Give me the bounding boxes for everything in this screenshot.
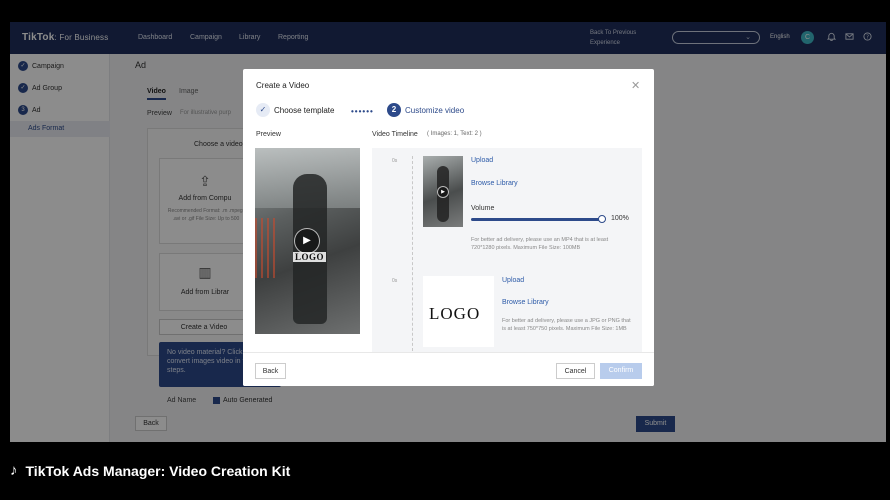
confirm-button[interactable]: Confirm — [600, 363, 642, 379]
video-caption: ♪ TikTok Ads Manager: Video Creation Kit — [10, 462, 290, 479]
create-video-modal: Create a Video ✕ ✓ Choose template •••••… — [243, 69, 654, 386]
volume-value: 100% — [611, 215, 629, 222]
step-customize-video: 2 Customize video — [387, 103, 464, 117]
volume-slider[interactable] — [471, 215, 606, 223]
video-thumbnail[interactable]: ▶ — [423, 156, 463, 227]
tiktok-logo-icon: ♪ — [10, 462, 18, 479]
timeline-line — [412, 156, 413, 353]
volume-label: Volume — [471, 205, 495, 212]
video-timeline: 0s ▶ Upload Browse Library Volume 100% F… — [372, 148, 642, 353]
modal-footer: Back Cancel Confirm — [243, 352, 654, 386]
video-preview[interactable]: ▶ LOGO — [255, 148, 360, 334]
image-browse-library-link[interactable]: Browse Library — [502, 299, 549, 306]
preview-fence — [255, 218, 279, 278]
caption-text: TikTok Ads Manager: Video Creation Kit — [25, 462, 291, 479]
step-choose-template[interactable]: ✓ Choose template — [256, 103, 334, 117]
step-number: 2 — [387, 103, 401, 117]
cancel-button[interactable]: Cancel — [556, 363, 595, 379]
image-upload-link[interactable]: Upload — [502, 277, 524, 284]
preview-label: Preview — [256, 131, 281, 138]
slider-handle[interactable] — [598, 215, 606, 223]
step2-label: Customize video — [405, 105, 465, 115]
app-frame: TikTok: For Business Dashboard Campaign … — [10, 22, 886, 442]
modal-title: Create a Video — [256, 81, 310, 90]
play-icon[interactable]: ▶ — [294, 228, 320, 254]
video-browse-library-link[interactable]: Browse Library — [471, 180, 518, 187]
preview-logo-text: LOGO — [293, 252, 327, 262]
image-hint: For better ad delivery, please use a JPG… — [502, 318, 631, 332]
close-icon[interactable]: ✕ — [631, 79, 640, 92]
step1-label: Choose template — [274, 105, 335, 115]
timeline-time: 0s — [392, 158, 398, 164]
play-icon: ▶ — [437, 186, 449, 198]
video-timeline-label: Video Timeline — [372, 131, 418, 138]
video-hint: For better ad delivery, please use an MP… — [471, 237, 609, 251]
logo-image-thumbnail[interactable]: LOGO — [423, 276, 494, 347]
video-upload-link[interactable]: Upload — [471, 157, 493, 164]
timeline-time: 0s — [392, 278, 398, 284]
check-icon: ✓ — [256, 103, 270, 117]
step-connector: •••••• — [351, 107, 374, 116]
logo-text: LOGO — [429, 304, 481, 323]
modal-back-button[interactable]: Back — [255, 363, 286, 379]
timeline-count: ( Images: 1, Text: 2 ) — [427, 131, 482, 137]
